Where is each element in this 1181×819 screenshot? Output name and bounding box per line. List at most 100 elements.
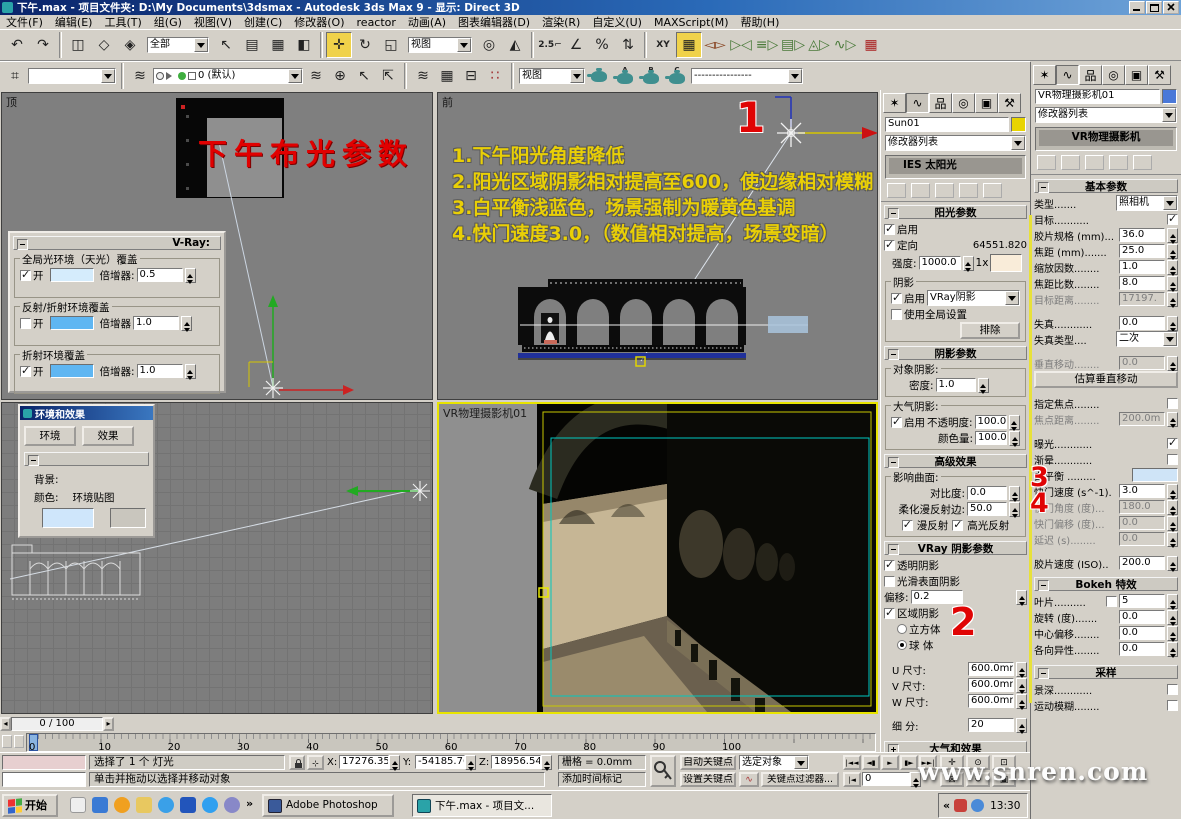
x-coordinate-field[interactable]: 17276.357 [339,755,389,769]
trackbar-mode-icon[interactable] [2,735,12,748]
curve-editor-open-icon[interactable]: ▦ [436,65,458,87]
color-amount-field[interactable]: 100.0 [975,431,1007,445]
spinner[interactable] [978,378,989,393]
schematic-view-icon[interactable]: ▦ [858,32,884,58]
spinner-snap-icon[interactable]: ⇅ [615,32,641,58]
absolute-offset-toggle-icon[interactable]: ⊹ [307,755,324,770]
time-slider-prev-icon[interactable]: ◂ [0,717,11,731]
remove-modifier-icon[interactable] [959,183,978,198]
spinner[interactable] [1016,662,1027,677]
shadow-enabled-checkbox[interactable] [891,293,902,304]
value-field[interactable]: 5 [1119,594,1165,608]
quicklaunch-desktop-icon[interactable] [92,797,108,813]
spinner[interactable] [1167,532,1178,547]
spinner[interactable] [389,755,400,770]
dropdown-arrow-icon[interactable] [1163,196,1177,210]
value-field[interactable]: 36.0 [1119,228,1165,242]
dropdown[interactable]: 二次 [1116,331,1178,347]
select-and-scale-icon[interactable]: ◱ [378,32,404,58]
snap-toggle-25-icon[interactable]: 2.5⌐ [537,32,563,58]
snaps-toggle-icon[interactable]: ▦ [676,32,702,58]
object-name-field[interactable]: VR物理摄影机01 [1035,89,1160,104]
diffuse-checkbox[interactable] [902,520,913,531]
gi-on-checkbox[interactable] [20,270,31,281]
checkbox[interactable] [1167,398,1178,409]
tab-display-icon[interactable]: ▣ [975,93,998,113]
tab-display-icon[interactable]: ▣ [1125,65,1148,85]
spinner[interactable] [1167,316,1178,331]
quicklaunch-messenger-icon[interactable] [224,797,240,813]
angle-snap-icon[interactable]: ∠ [563,32,589,58]
tab-utilities-icon[interactable]: ⚒ [998,93,1021,113]
box-radio[interactable] [897,624,907,634]
stack-item[interactable]: VR物理摄影机 [1039,130,1173,146]
new-layer-icon[interactable]: ≋ [305,65,327,87]
value-field[interactable]: 0.0 [1119,532,1165,546]
spinner[interactable] [541,755,552,770]
select-by-name-icon[interactable]: ▤ [239,32,265,58]
toggle-auto-key-icon[interactable] [650,755,676,787]
dropdown[interactable]: 照相机 [1116,195,1178,211]
refraction-on-checkbox[interactable] [20,366,31,377]
select-object-icon[interactable]: ↖ [213,32,239,58]
align-icon[interactable]: ≡▷ [754,32,780,58]
rollout-sun-parameters[interactable]: 阳光参数 [884,205,1027,219]
dropdown-arrow-icon[interactable] [1011,136,1025,150]
density-field[interactable]: 1.0 [936,378,976,392]
object-name-field[interactable]: Sun01 [885,117,1009,132]
object-color-swatch[interactable] [1162,89,1177,104]
tab-environment[interactable]: 环境 [24,426,76,446]
select-and-link-icon[interactable]: ◫ [65,32,91,58]
named-selection-dropdown[interactable] [28,68,116,84]
refraction-color-swatch[interactable] [50,364,94,378]
spinner[interactable] [1016,694,1027,709]
tab-utilities-icon[interactable]: ⚒ [1148,65,1171,85]
value-field[interactable]: 0.0 [1119,626,1165,640]
tray-collapse-icon[interactable]: « [943,799,950,812]
value-field[interactable]: 180.0 [1119,500,1165,514]
value-field[interactable]: 1.0 [1119,260,1165,274]
spinner[interactable] [1167,642,1178,657]
menu-maxscript[interactable]: MAXScript(M) [648,15,735,30]
use-global-settings-checkbox[interactable] [891,309,902,320]
spinner[interactable] [1009,415,1020,430]
tab-modify-icon[interactable]: ∿ [1056,65,1079,85]
spinner[interactable] [1167,594,1178,609]
value-field[interactable]: 200.0m [1119,412,1165,426]
spinner[interactable] [1167,356,1178,371]
spinner[interactable] [1167,260,1178,275]
rollout-button[interactable]: 估算垂直移动 [1034,371,1178,388]
spinner[interactable] [1009,502,1020,517]
value-field[interactable]: 200.0 [1119,556,1165,570]
curve-editor-icon[interactable]: ∿▷ [832,32,858,58]
named-selection-sets-icon[interactable]: ⌗ [4,65,26,87]
usize-field[interactable]: 600.0mm [968,662,1014,676]
soften-field[interactable]: 50.0 [967,502,1007,516]
spinner[interactable] [1167,626,1178,641]
dropdown-arrow-icon[interactable] [1005,291,1019,305]
subdivs-field[interactable]: 20 [968,718,1014,732]
time-slider-frame[interactable]: 0 / 100 [11,717,103,731]
enabled-checkbox[interactable] [884,224,895,235]
gi-color-swatch[interactable] [50,268,94,282]
background-color-swatch[interactable] [42,508,94,528]
add-to-layer-icon[interactable]: ⊕ [329,65,351,87]
show-end-result-icon[interactable] [1061,155,1080,170]
quicklaunch-qq-icon[interactable] [114,797,130,813]
spinner[interactable] [1167,500,1178,515]
quicklaunch-mediaplayer-icon[interactable] [158,797,174,813]
maxscript-mini-listener-pink[interactable] [2,755,86,770]
keyboard-override-icon[interactable]: XY [650,32,676,58]
spinner[interactable] [1009,486,1020,501]
edit-named-selection-icon[interactable]: ◅▻ [702,32,728,58]
goto-layer-icon[interactable]: ⇱ [377,65,399,87]
specular-checkbox[interactable] [952,520,963,531]
spinner[interactable] [185,364,196,379]
key-mode-toggle-icon[interactable] [843,772,861,787]
spinner[interactable] [1167,516,1178,531]
rollout-sampling[interactable]: 采样 [1034,665,1178,679]
quicklaunch-ie-icon[interactable] [202,797,218,813]
menu-reactor[interactable]: reactor [351,15,402,30]
render-output-dropdown[interactable]: ---------------- [691,68,803,84]
tray-app-icon-blue[interactable] [971,799,984,812]
